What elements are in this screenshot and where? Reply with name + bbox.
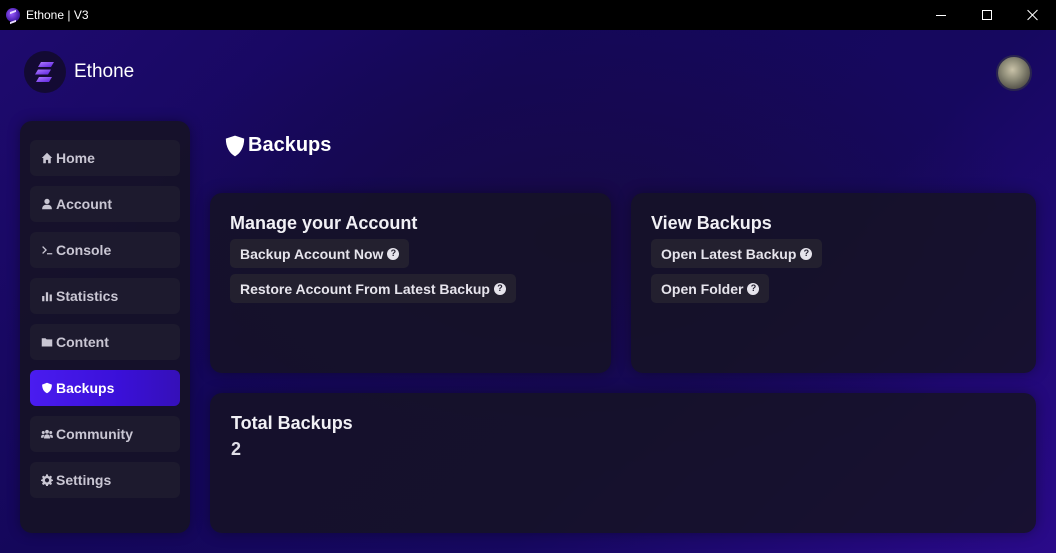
gear-icon: [40, 473, 54, 487]
app-body: Ethone Home Account Console Statistics C…: [0, 30, 1056, 553]
sidebar-item-label: Statistics: [56, 288, 119, 304]
ethone-logo-icon: [24, 51, 66, 93]
sidebar: Home Account Console Statistics Content …: [20, 121, 190, 533]
shield-icon: [40, 381, 54, 395]
terminal-icon: [40, 243, 54, 257]
restore-account-button[interactable]: Restore Account From Latest Backup ?: [230, 274, 516, 303]
title-bar[interactable]: Ethone | V3: [0, 0, 1056, 30]
minimize-icon: [936, 14, 946, 16]
sidebar-item-console[interactable]: Console: [30, 232, 180, 268]
sidebar-item-account[interactable]: Account: [30, 186, 180, 222]
sidebar-item-label: Console: [56, 242, 112, 258]
total-backups-value: 2: [231, 439, 242, 459]
home-icon: [40, 151, 54, 165]
folder-icon: [40, 335, 54, 349]
help-icon[interactable]: ?: [387, 247, 400, 260]
app-window: Ethone | V3 Ethone Home Account Console …: [0, 0, 1056, 553]
sidebar-item-home[interactable]: Home: [30, 140, 180, 176]
maximize-button[interactable]: [964, 0, 1010, 30]
manage-account-card: Manage your Account Backup Account Now ?…: [210, 193, 611, 373]
help-icon[interactable]: ?: [800, 247, 813, 260]
brand: Ethone: [24, 51, 134, 93]
total-backups-title: Total Backups: [231, 413, 353, 433]
window-controls: [918, 0, 1056, 30]
sidebar-item-label: Account: [56, 196, 112, 212]
users-icon: [40, 427, 54, 441]
button-label: Open Folder: [661, 280, 744, 297]
help-icon[interactable]: ?: [493, 282, 506, 295]
brand-name: Ethone: [74, 61, 135, 82]
page-title-text: Backups: [248, 134, 332, 156]
button-label: Open Latest Backup: [661, 245, 797, 262]
user-icon: [40, 197, 54, 211]
view-backups-title: View Backups: [651, 213, 772, 233]
sidebar-item-settings[interactable]: Settings: [30, 462, 180, 498]
sidebar-item-label: Settings: [56, 472, 112, 488]
sidebar-item-backups[interactable]: Backups: [30, 370, 180, 406]
total-backups-card: Total Backups 2: [210, 393, 1036, 533]
backup-account-now-button[interactable]: Backup Account Now ?: [230, 239, 410, 268]
view-backups-card: View Backups Open Latest Backup ? Open F…: [631, 193, 1036, 373]
manage-account-title: Manage your Account: [230, 213, 418, 233]
sidebar-item-label: Community: [56, 426, 133, 442]
open-folder-button[interactable]: Open Folder ?: [651, 274, 770, 303]
page-title: Backups: [225, 134, 331, 157]
minimize-button[interactable]: [918, 0, 964, 30]
sidebar-item-statistics[interactable]: Statistics: [30, 278, 180, 314]
button-label: Backup Account Now: [240, 245, 384, 262]
sidebar-item-label: Backups: [56, 380, 115, 396]
sidebar-item-label: Home: [56, 150, 95, 166]
app-icon: [6, 8, 20, 22]
sidebar-item-content[interactable]: Content: [30, 324, 180, 360]
sidebar-item-label: Content: [56, 334, 109, 350]
close-button[interactable]: [1010, 0, 1056, 30]
button-label: Restore Account From Latest Backup: [240, 280, 490, 297]
window-title: Ethone | V3: [26, 8, 89, 22]
sidebar-item-community[interactable]: Community: [30, 416, 180, 452]
close-icon: [1027, 9, 1039, 21]
maximize-icon: [982, 10, 992, 20]
help-icon[interactable]: ?: [747, 282, 760, 295]
shield-icon: [225, 135, 245, 156]
open-latest-backup-button[interactable]: Open Latest Backup ?: [651, 239, 823, 268]
user-avatar[interactable]: [996, 55, 1032, 91]
bar-chart-icon: [40, 289, 54, 303]
